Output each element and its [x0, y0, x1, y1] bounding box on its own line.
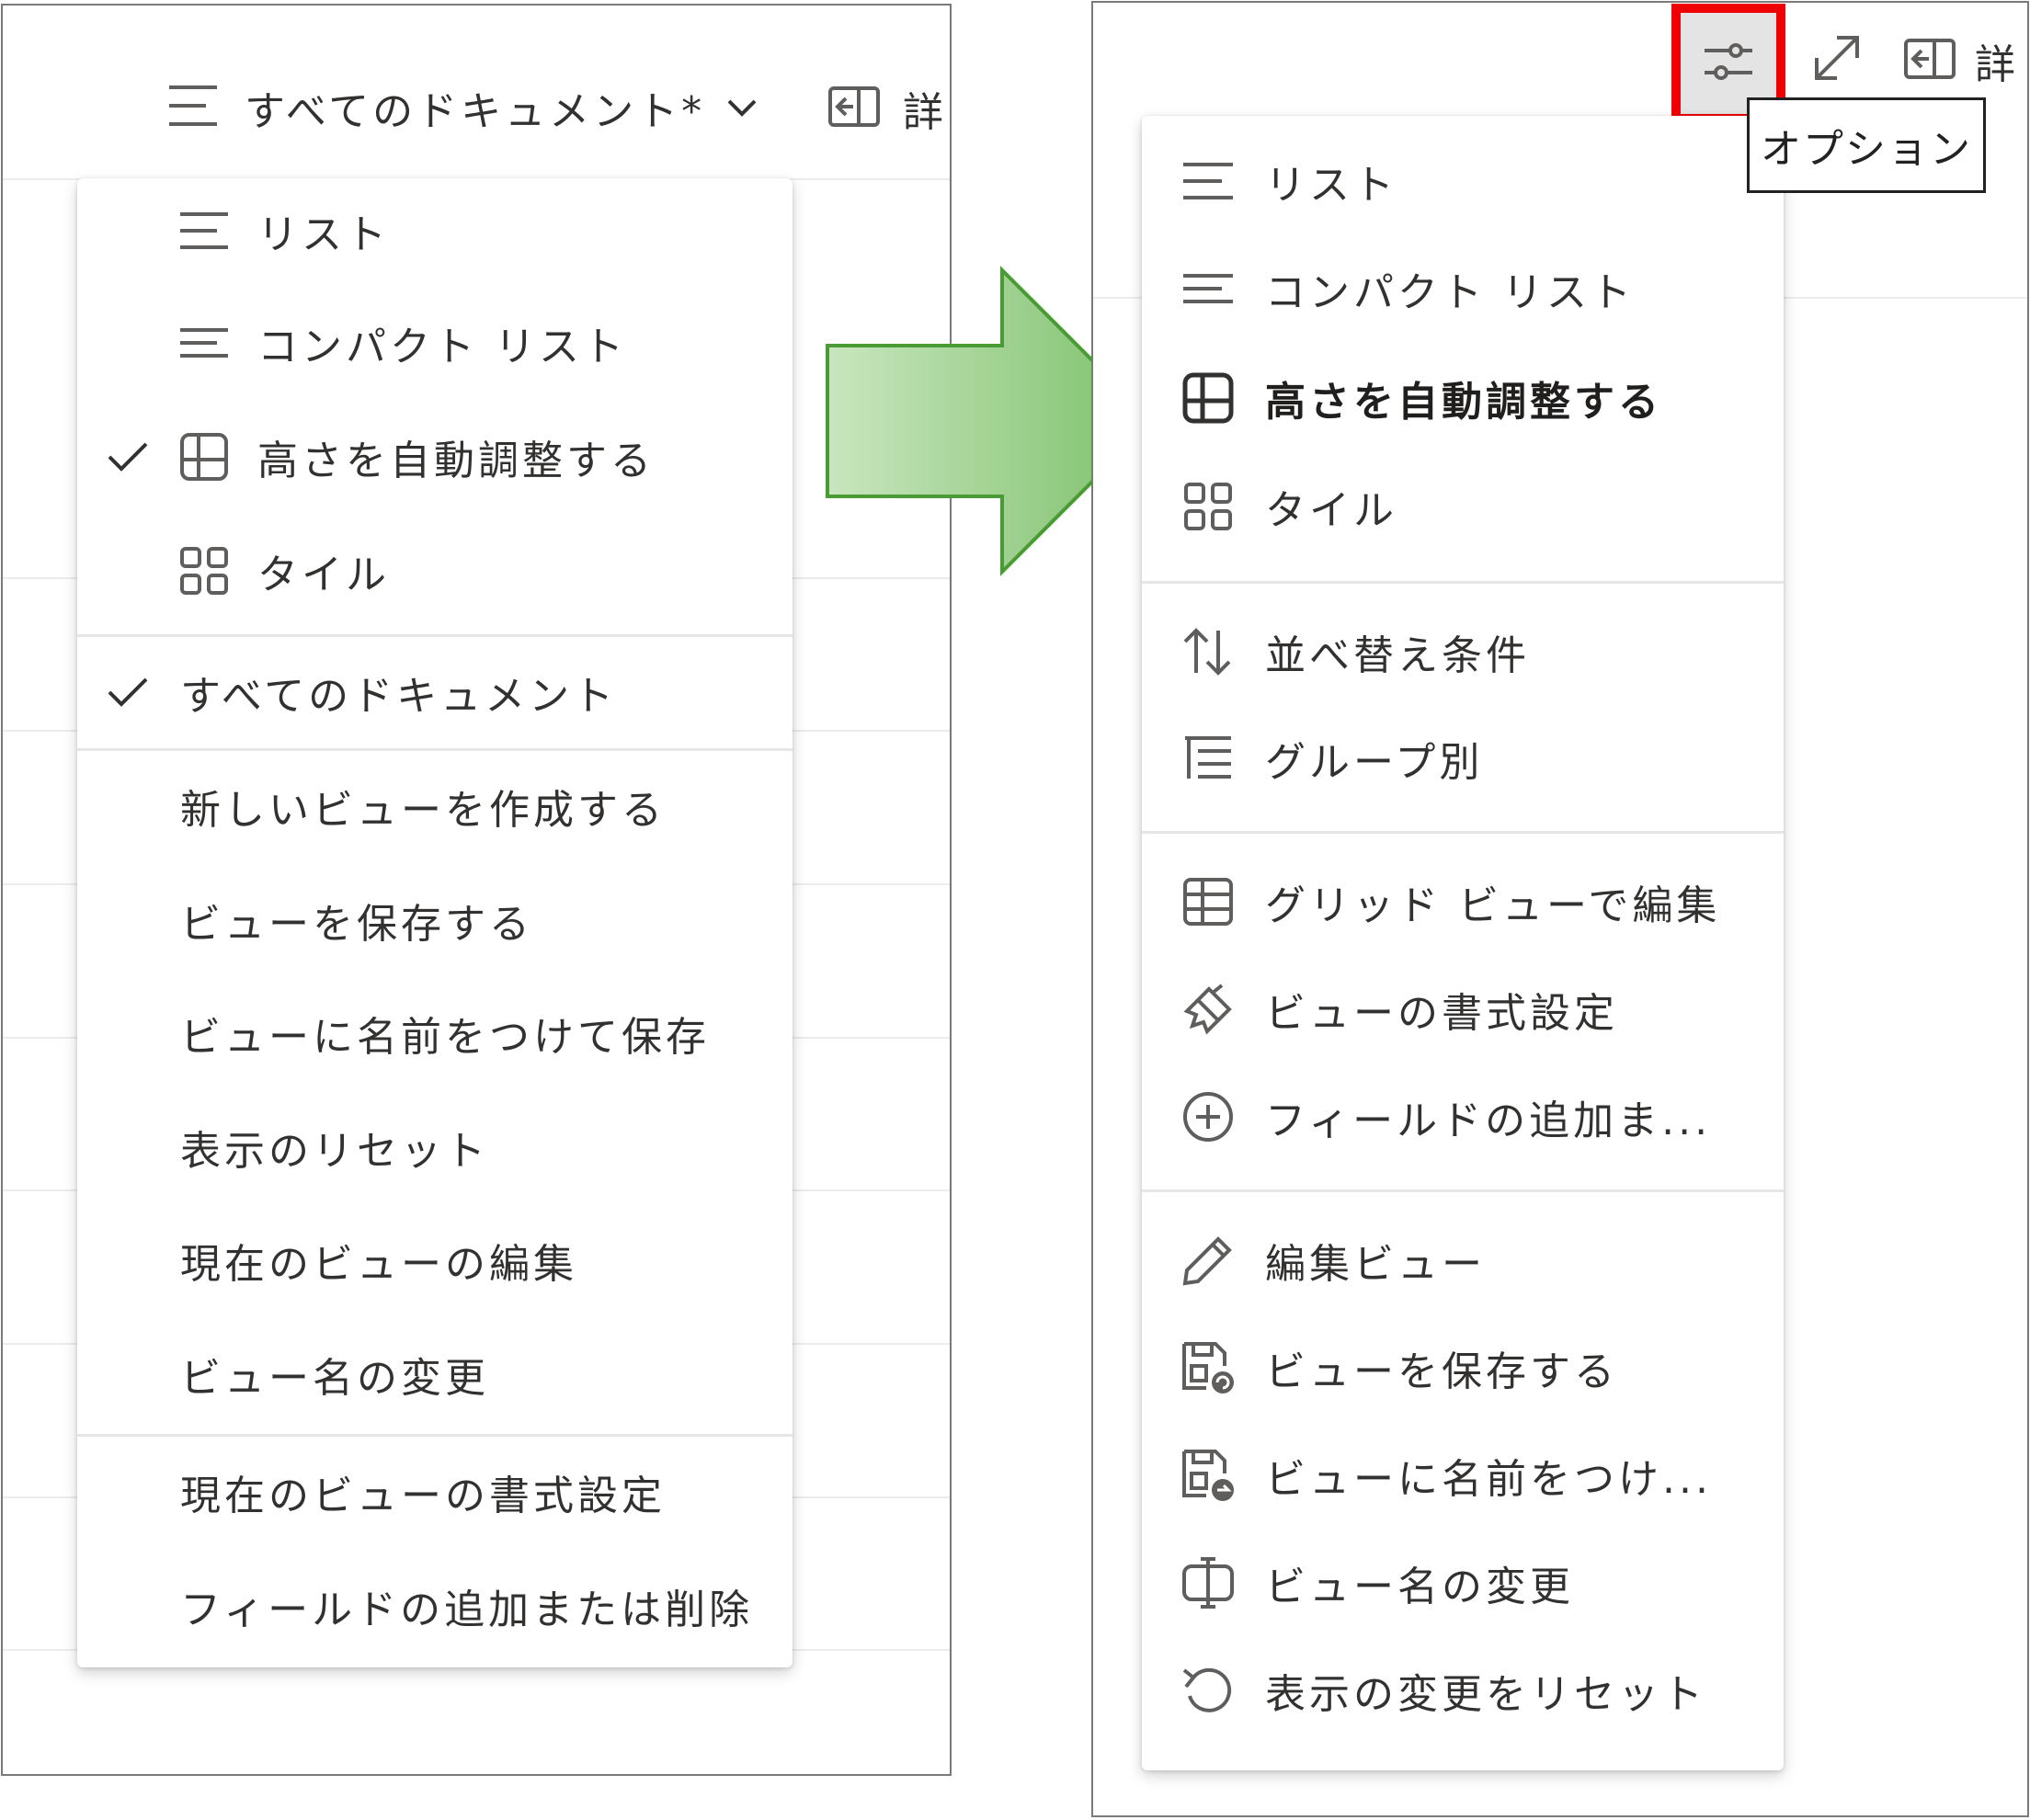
compact-list-icon: [178, 292, 230, 393]
menu-item-edit-view[interactable]: 編集ビュー: [1142, 1210, 1784, 1311]
menu-item-format-view[interactable]: ビューの書式設定: [1142, 959, 1784, 1060]
menu-separator: [77, 634, 793, 637]
menu-item-label: 編集ビュー: [1265, 1241, 1486, 1288]
menu-item-tiles[interactable]: タイル: [77, 520, 793, 621]
menu-item-label: コンパクト リスト: [257, 324, 627, 370]
save-as-icon: [1180, 1425, 1236, 1526]
menu-item-label: ビューを保存する: [1265, 1348, 1618, 1395]
menu-item-label: ビューを保存する: [180, 901, 533, 948]
menu-item-label: グループ別: [1265, 739, 1484, 786]
menu-item-label: 現在のビューの編集: [180, 1241, 577, 1288]
options-menu: リスト コンパクト リスト 高さを自動調整する タイル 並べ替え条件 グループ別…: [1142, 116, 1784, 1770]
menu-item-label: フィールドの追加または削除: [180, 1587, 754, 1633]
details-pane-icon: [827, 85, 881, 131]
menu-item-label: ビューに名前をつけて保存: [180, 1014, 710, 1061]
list-icon: [1180, 131, 1236, 232]
menu-item-save-view[interactable]: ビューを保存する: [1142, 1317, 1784, 1418]
menu-item-autofit-height[interactable]: 高さを自動調整する: [77, 406, 793, 507]
menu-item-label: ビュー名の変更: [180, 1355, 489, 1402]
expand-button[interactable]: [1800, 18, 1874, 101]
tiles-icon: [178, 520, 230, 621]
expand-icon: [1809, 30, 1865, 89]
menu-item-label: 新しいビューを作成する: [180, 787, 666, 834]
menu-item-label: ビュー名の変更: [1265, 1564, 1574, 1610]
list-icon: [178, 180, 230, 281]
menu-separator: [77, 748, 793, 751]
reset-icon: [1180, 1640, 1236, 1741]
menu-item-add-remove-fields[interactable]: フィールドの追加または削除: [77, 1555, 793, 1656]
menu-item-group-by[interactable]: グループ別: [1142, 708, 1784, 809]
menu-item-label: リスト: [257, 211, 390, 258]
menu-item-reset-view[interactable]: 表示のリセット: [77, 1097, 793, 1198]
menu-item-add-remove-fields[interactable]: フィールドの追加ま...: [1142, 1066, 1784, 1167]
grid-view-icon: [1180, 851, 1236, 952]
pencil-icon: [1180, 1210, 1236, 1311]
menu-item-label: 並べ替え条件: [1265, 632, 1530, 679]
autofit-height-icon: [178, 406, 230, 507]
list-icon: [165, 80, 221, 135]
menu-item-save-view[interactable]: ビューを保存する: [77, 870, 793, 971]
details-label: 詳: [1975, 41, 2015, 88]
compact-list-icon: [1180, 238, 1236, 339]
menu-separator: [77, 1434, 793, 1437]
menu-item-tiles[interactable]: タイル: [1142, 456, 1784, 557]
menu-item-save-view-as[interactable]: ビューに名前をつけ...: [1142, 1425, 1784, 1526]
view-options-menu: リスト コンパクト リスト 高さを自動調整する タイル すべてのドキュメント 新…: [77, 178, 793, 1667]
menu-item-list[interactable]: リスト: [77, 180, 793, 281]
add-circle-icon: [1180, 1066, 1236, 1167]
menu-item-label: タイル: [1265, 487, 1397, 534]
menu-item-label: タイル: [257, 552, 390, 598]
menu-item-sort-by[interactable]: 並べ替え条件: [1142, 601, 1784, 702]
menu-item-label: グリッド ビューで編集: [1265, 882, 1721, 929]
menu-item-rename-view[interactable]: ビュー名の変更: [77, 1324, 793, 1425]
tiles-icon: [1180, 456, 1236, 557]
menu-item-label: 高さを自動調整する: [1265, 379, 1662, 426]
format-brush-icon: [1180, 959, 1236, 1060]
menu-item-label: フィールドの追加ま...: [1265, 1098, 1712, 1144]
menu-item-compact-list[interactable]: コンパクト リスト: [77, 292, 793, 393]
menu-item-label: すべてのドキュメント: [180, 673, 618, 720]
menu-item-edit-grid-view[interactable]: グリッド ビューで編集: [1142, 851, 1784, 952]
details-pane-button[interactable]: 詳: [827, 83, 943, 136]
menu-separator: [1142, 1189, 1784, 1192]
group-by-icon: [1180, 708, 1236, 809]
menu-separator: [1142, 581, 1784, 584]
menu-item-rename-view[interactable]: ビュー名の変更: [1142, 1532, 1784, 1633]
menu-item-save-view-as[interactable]: ビューに名前をつけて保存: [77, 983, 793, 1084]
view-switcher-button[interactable]: すべてのドキュメント*: [165, 75, 758, 140]
rename-icon: [1180, 1532, 1236, 1633]
save-view-icon: [1180, 1317, 1236, 1418]
view-switcher-label: すべてのドキュメント*: [245, 88, 706, 135]
chevron-down-icon: [725, 97, 758, 119]
menu-item-compact-list[interactable]: コンパクト リスト: [1142, 238, 1784, 339]
menu-separator: [1142, 831, 1784, 834]
menu-item-label: 表示のリセット: [180, 1128, 489, 1175]
details-pane-button[interactable]: 詳: [1903, 26, 2015, 96]
menu-item-all-documents[interactable]: すべてのドキュメント: [77, 642, 793, 743]
menu-item-label: リスト: [1265, 162, 1397, 209]
menu-item-format-current-view[interactable]: 現在のビューの書式設定: [77, 1441, 793, 1542]
autofit-height-icon: [1180, 347, 1236, 449]
sort-icon: [1180, 601, 1236, 702]
menu-item-create-view[interactable]: 新しいビューを作成する: [77, 756, 793, 857]
menu-item-label: ビューの書式設定: [1265, 990, 1618, 1037]
menu-item-autofit-height[interactable]: 高さを自動調整する: [1142, 347, 1784, 449]
checkmark-icon: [107, 642, 149, 743]
menu-item-label: 高さを自動調整する: [257, 438, 655, 484]
menu-item-list[interactable]: リスト: [1142, 131, 1784, 232]
options-tooltip: オプション: [1747, 97, 1986, 193]
details-pane-icon: [1903, 38, 1956, 84]
menu-item-edit-current-view[interactable]: 現在のビューの編集: [77, 1210, 793, 1311]
menu-item-label: 現在のビューの書式設定: [180, 1473, 666, 1519]
menu-item-reset-view[interactable]: 表示の変更をリセット: [1142, 1640, 1784, 1741]
menu-item-label: 表示の変更をリセット: [1265, 1671, 1706, 1718]
options-sliders-icon: [1701, 34, 1756, 93]
menu-item-label: ビューに名前をつけ...: [1265, 1456, 1712, 1503]
details-label: 詳: [903, 89, 943, 136]
checkmark-icon: [107, 406, 149, 507]
menu-item-label: コンパクト リスト: [1265, 269, 1635, 316]
